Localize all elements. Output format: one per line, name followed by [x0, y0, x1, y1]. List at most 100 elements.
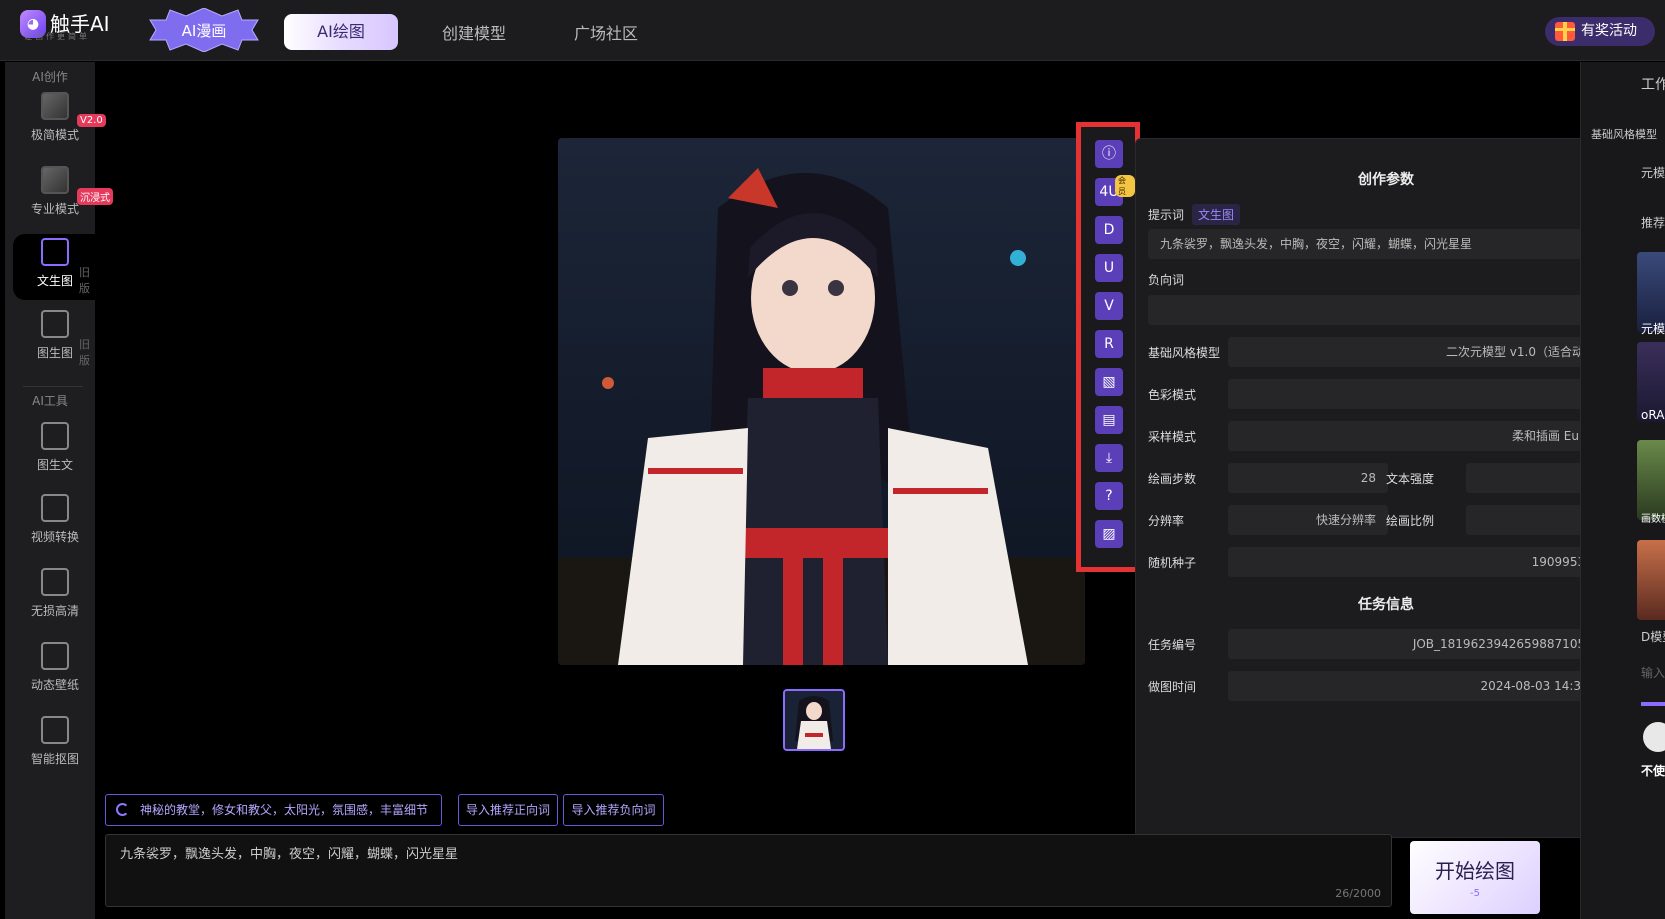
upscale-u-button[interactable]: U — [1095, 254, 1123, 282]
nav-ai-draw[interactable]: AI绘图 — [284, 14, 398, 50]
image-to-image-icon[interactable]: ▧ — [1095, 368, 1123, 396]
lora-heading: D模型 — [1641, 630, 1665, 644]
redraw-r-button[interactable]: R — [1095, 330, 1123, 358]
import-positive-button[interactable]: 导入推荐正向词 — [458, 794, 558, 826]
sidebar-item-label: 图生图 — [36, 346, 73, 360]
sidebar-section-create: AI创作 — [32, 70, 68, 84]
sidebar-item-video-convert[interactable]: 视频转换 — [13, 490, 95, 556]
sidebar-item-live-wallpaper[interactable]: 动态壁纸 — [13, 638, 95, 704]
sidebar-divider — [23, 386, 83, 387]
base-model-label: 基础风格模型 — [1148, 346, 1221, 360]
text-image-icon — [41, 238, 69, 266]
ratio-label: 绘画比例 — [1386, 514, 1435, 528]
wallpaper-icon — [41, 642, 69, 670]
sidebar-item-pro-mode[interactable]: 沉浸式 专业模式 — [13, 162, 113, 228]
sidebar-item-label: 极简模式 — [30, 128, 79, 142]
sampler-label: 采样模式 — [1148, 430, 1197, 444]
variation-v-button[interactable]: V — [1095, 292, 1123, 320]
detail-d-button[interactable]: D — [1095, 216, 1123, 244]
sidebar-section-tools: AI工具 — [32, 394, 68, 408]
reward-activity-button[interactable]: 有奖活动 — [1545, 17, 1655, 46]
resolution-label: 分辨率 — [1148, 514, 1185, 528]
model-thumbnail[interactable] — [1637, 440, 1665, 520]
sidebar-item-image-to-text[interactable]: 图生文 — [13, 418, 95, 484]
edit-icon[interactable]: ▤ — [1095, 406, 1123, 434]
text-strength-label: 文本强度 — [1386, 472, 1435, 486]
nav-create-model[interactable]: 创建模型 — [442, 20, 506, 44]
toggle-knob[interactable] — [1643, 722, 1665, 752]
prompt-value: 九条裟罗，飘逸头发，中胸，夜空，闪耀，蝴蝶，闪光星星 — [1148, 229, 1620, 259]
hd-icon — [41, 568, 69, 596]
refresh-icon[interactable] — [116, 803, 129, 816]
prompt-input[interactable]: 九条裟罗，飘逸头发，中胸，夜空，闪耀，蝴蝶，闪光星星 26/2000 — [105, 834, 1392, 907]
sidebar-item-label: 专业模式 — [30, 202, 79, 216]
lora-input[interactable]: 输入 — [1641, 664, 1665, 681]
sidebar-item-image-to-image[interactable]: 旧版 图生图 — [13, 306, 95, 372]
job-id-label: 任务编号 — [1148, 638, 1197, 652]
sparkle-icon — [41, 166, 69, 194]
sampler-value: 柔和插画 Euler_a — [1228, 421, 1620, 451]
nav-ai-manga[interactable]: AI漫画 — [148, 8, 260, 52]
logo-slogan: 让创作更简单 — [24, 32, 90, 41]
seed-value: 1909953101 — [1228, 547, 1620, 577]
info-icon[interactable]: ⓘ — [1095, 140, 1123, 168]
model-label: 画数模 — [1641, 514, 1665, 525]
import-negative-button[interactable]: 导入推荐负向词 — [563, 794, 664, 826]
sidebar-item-text-to-image[interactable]: 旧版 文生图 — [13, 234, 95, 300]
sidebar-item-simple-mode[interactable]: V2.0 极简模式 — [13, 88, 106, 154]
sidebar-item-label: 智能抠图 — [30, 752, 79, 766]
char-counter: 26/2000 — [1335, 887, 1381, 900]
start-drawing-label: 开始绘图 — [1435, 859, 1515, 883]
steps-label: 绘画步数 — [1148, 472, 1197, 486]
prompt-label: 提示词 — [1148, 208, 1185, 222]
params-title: 创作参数 — [1358, 172, 1414, 188]
sidebar-item-label: 文生图 — [36, 274, 73, 288]
sidebar-item-smart-cutout[interactable]: 智能抠图 — [13, 712, 95, 778]
generated-image[interactable] — [558, 138, 1085, 665]
model-label: 元模 — [1641, 322, 1665, 336]
workspace-tab[interactable]: 工作 — [1641, 74, 1665, 94]
mode-tag: 文生图 — [1192, 204, 1241, 225]
text-icon — [41, 422, 69, 450]
job-id-value: JOB_1819623942659887105820 — [1228, 629, 1620, 659]
top-bar: ◕ 触手AI 让创作更简单 AI漫画 AI绘图 创建模型 广场社区 有奖活动 — [0, 0, 1665, 61]
right-workspace-panel: 工作 基础风格模型 元模 推荐 元模 oRA 画数模 D模型 输入 不使用 — [1580, 62, 1665, 919]
start-drawing-button[interactable]: 开始绘图 -5 — [1410, 841, 1540, 914]
created-time-value: 2024-08-03 14:38:54 — [1228, 671, 1620, 701]
created-time-label: 做图时间 — [1148, 680, 1197, 694]
magic-wand-icon — [41, 92, 69, 120]
negative-label: 负向词 — [1148, 273, 1185, 287]
download-icon[interactable]: ⤓ — [1095, 444, 1123, 472]
creation-params-panel: 创作参数 提示词 文生图 九条裟罗，飘逸头发，中胸，夜空，闪耀，蝴蝶，闪光星星 … — [1135, 138, 1635, 838]
image-image-icon — [41, 310, 69, 338]
suggested-prompt[interactable]: 神秘的教堂，修女和教父，太阳光，氛围感，丰富细节 — [105, 794, 442, 826]
sidebar-item-upscale[interactable]: 无损高清 — [13, 564, 95, 630]
nav-ai-manga-label: AI漫画 — [181, 22, 227, 40]
sidebar-item-label: 无损高清 — [30, 604, 79, 618]
image-thumbnail[interactable] — [783, 689, 845, 751]
nav-community[interactable]: 广场社区 — [574, 20, 638, 44]
help-icon[interactable]: ? — [1095, 482, 1123, 510]
gift-icon — [1555, 22, 1575, 41]
base-model-heading: 基础风格模型 — [1591, 128, 1657, 141]
steps-value: 28 — [1228, 463, 1388, 493]
publish-icon[interactable]: ▨ — [1095, 520, 1123, 548]
cutout-icon — [41, 716, 69, 744]
cost-label: -5 — [1470, 888, 1480, 899]
thumbnail-illustration — [785, 691, 843, 749]
slider-track[interactable] — [1641, 702, 1665, 706]
member-badge: 会员 — [1115, 175, 1135, 197]
sidebar-item-label: 视频转换 — [30, 530, 79, 544]
sidebar-item-label: 动态壁纸 — [30, 678, 79, 692]
reward-label: 有奖活动 — [1581, 23, 1637, 39]
model-thumbnail[interactable] — [1637, 540, 1665, 620]
unused-label: 不使用 — [1641, 764, 1665, 778]
recommend-tab[interactable]: 推荐 — [1641, 214, 1665, 231]
resolution-value: 快速分辨率 — [1228, 505, 1388, 535]
sidebar-item-label: 图生文 — [36, 458, 73, 472]
seed-label: 随机种子 — [1148, 556, 1197, 570]
sidebar: AI创作 V2.0 极简模式 沉浸式 专业模式 旧版 文生图 旧版 图生图 AI… — [5, 62, 113, 919]
video-icon — [41, 494, 69, 522]
model-select[interactable]: 元模 — [1641, 164, 1665, 181]
model-label: oRA — [1641, 408, 1665, 422]
